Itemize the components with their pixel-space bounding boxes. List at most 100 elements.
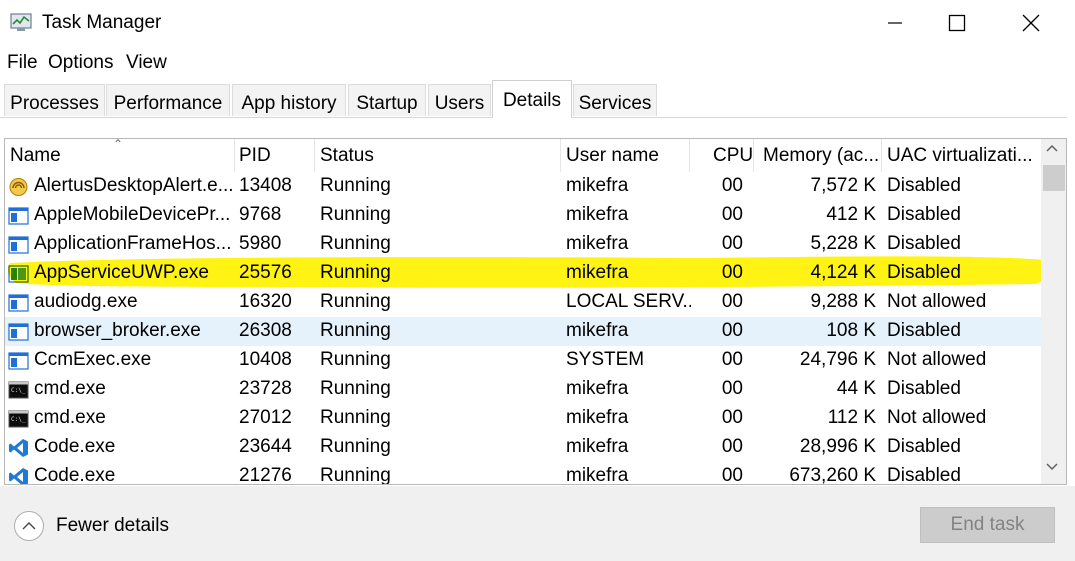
column-header-memory[interactable]: Memory (ac...	[763, 145, 879, 167]
process-name: audiodg.exe	[34, 291, 138, 312]
window-app-icon	[8, 322, 29, 342]
process-user: mikefra	[566, 204, 629, 225]
process-status: Running	[320, 465, 391, 485]
maximize-icon	[948, 14, 966, 32]
fewer-details-link[interactable]: Fewer details	[56, 515, 169, 537]
tab-app-history[interactable]: App history	[232, 84, 346, 116]
table-row[interactable]: AlertusDesktopAlert.e... 13408 Running mike…	[5, 172, 1041, 201]
window-app-icon	[8, 206, 29, 226]
process-cpu: 00	[721, 349, 743, 370]
process-status: Running	[320, 436, 391, 457]
scroll-up-arrow-icon[interactable]	[1045, 143, 1059, 153]
window-title: Task Manager	[42, 12, 162, 33]
process-pid: 16320	[239, 291, 292, 312]
tab-startup[interactable]: Startup	[348, 84, 426, 116]
table-row[interactable]: CcmExec.exe 10408 Running SYSTEM 00 24,796 K N…	[5, 346, 1041, 375]
process-cpu: 00	[721, 436, 743, 457]
console-icon: C:\_	[8, 380, 29, 400]
process-name: cmd.exe	[34, 378, 106, 399]
process-cpu: 00	[721, 378, 743, 399]
process-memory: 412 K	[826, 204, 876, 225]
end-task-button[interactable]: End task	[920, 507, 1055, 543]
process-status: Running	[320, 378, 391, 399]
process-cpu: 00	[721, 320, 743, 341]
minimize-button[interactable]	[860, 0, 930, 46]
table-row[interactable]: Code.exe 23644 Running mikefra 00 28,996 K Dis…	[5, 433, 1041, 462]
table-row[interactable]: AppleMobileDevicePr... 9768 Running mikefra…	[5, 201, 1041, 230]
process-name: AppleMobileDevicePr...	[34, 204, 231, 225]
process-user: LOCAL SERV...	[566, 291, 691, 312]
process-name: CcmExec.exe	[34, 349, 152, 370]
process-memory: 108 K	[826, 320, 876, 341]
process-uac: Disabled	[887, 175, 961, 196]
process-details-table: ⌃ Name PID Status User name CPU Memory (…	[4, 138, 1067, 485]
column-header-uac-virtualization[interactable]: UAC virtualizati...	[887, 145, 1033, 167]
maximize-button[interactable]	[922, 0, 992, 46]
process-name: Code.exe	[34, 436, 116, 457]
table-row[interactable]: browser_broker.exe 26308 Running mikefra 00 1…	[5, 317, 1041, 346]
column-header-user-name[interactable]: User name	[566, 145, 659, 167]
console-icon: C:\_	[8, 409, 29, 429]
process-cpu: 00	[721, 291, 743, 312]
process-pid: 23728	[239, 378, 292, 399]
menu-view[interactable]: View	[126, 52, 167, 74]
chevron-up-icon	[22, 522, 36, 530]
column-header-pid[interactable]: PID	[239, 145, 271, 167]
menu-options[interactable]: Options	[48, 52, 113, 74]
process-status: Running	[320, 349, 391, 370]
process-user: mikefra	[566, 320, 629, 341]
vscode-icon	[8, 467, 29, 484]
process-cpu: 00	[721, 204, 743, 225]
process-user: SYSTEM	[566, 349, 645, 370]
scroll-down-arrow-icon[interactable]	[1045, 462, 1059, 472]
sort-ascending-icon: ⌃	[113, 138, 124, 151]
scrollbar-thumb[interactable]	[1043, 165, 1065, 191]
process-uac: Not allowed	[887, 291, 987, 312]
process-uac: Disabled	[887, 378, 961, 399]
table-row[interactable]: C:\_ cmd.exe 27012 Running mikefra 00 112 K Not…	[5, 404, 1041, 433]
window-app-icon	[8, 293, 29, 313]
window-app-icon	[8, 351, 29, 371]
process-uac: Disabled	[887, 320, 961, 341]
column-header-cpu[interactable]: CPU	[713, 145, 753, 167]
column-header-status[interactable]: Status	[320, 145, 374, 167]
process-name: AlertusDesktopAlert.e...	[34, 175, 234, 196]
process-memory: 44 K	[836, 378, 876, 399]
process-uac: Disabled	[887, 465, 961, 485]
process-name: Code.exe	[34, 465, 116, 485]
process-pid: 9768	[239, 204, 282, 225]
process-memory: 112 K	[827, 407, 876, 428]
svg-text:C:\_: C:\_	[11, 387, 26, 394]
process-user: mikefra	[566, 378, 629, 399]
column-header-name[interactable]: Name	[10, 145, 61, 167]
process-uac: Not allowed	[887, 349, 987, 370]
process-uac: Disabled	[887, 436, 961, 457]
vscode-icon	[8, 438, 29, 458]
tab-performance[interactable]: Performance	[106, 84, 230, 116]
table-row[interactable]: C:\_ cmd.exe 23728 Running mikefra 00 44 K Disa…	[5, 375, 1041, 404]
process-pid: 21276	[239, 465, 292, 485]
task-manager-icon	[10, 13, 32, 31]
process-memory: 28,996 K	[799, 436, 876, 457]
process-user: mikefra	[566, 175, 629, 196]
close-button[interactable]	[996, 0, 1066, 46]
process-memory: 673,260 K	[789, 465, 876, 485]
process-memory: 7,572 K	[810, 175, 877, 196]
tab-users[interactable]: Users	[428, 84, 491, 116]
table-row[interactable]: audiodg.exe 16320 Running LOCAL SERV... 00 9,…	[5, 288, 1041, 317]
tab-processes[interactable]: Processes	[4, 84, 105, 116]
process-cpu: 00	[721, 175, 743, 196]
table-row[interactable]: Code.exe 21276 Running mikefra 00 673,260 K Di…	[5, 462, 1041, 485]
process-pid: 10408	[239, 349, 292, 370]
process-memory: 24,796 K	[799, 349, 876, 370]
tab-services[interactable]: Services	[573, 84, 657, 116]
process-name: cmd.exe	[34, 407, 106, 428]
process-memory: 9,288 K	[810, 291, 877, 312]
process-user: mikefra	[566, 436, 629, 457]
process-cpu: 00	[721, 465, 743, 485]
svg-text:C:\_: C:\_	[11, 416, 26, 423]
menu-file[interactable]: File	[7, 52, 38, 74]
fewer-details-button[interactable]	[14, 511, 44, 541]
tab-details[interactable]: Details	[492, 80, 572, 118]
process-pid: 23644	[239, 436, 292, 457]
